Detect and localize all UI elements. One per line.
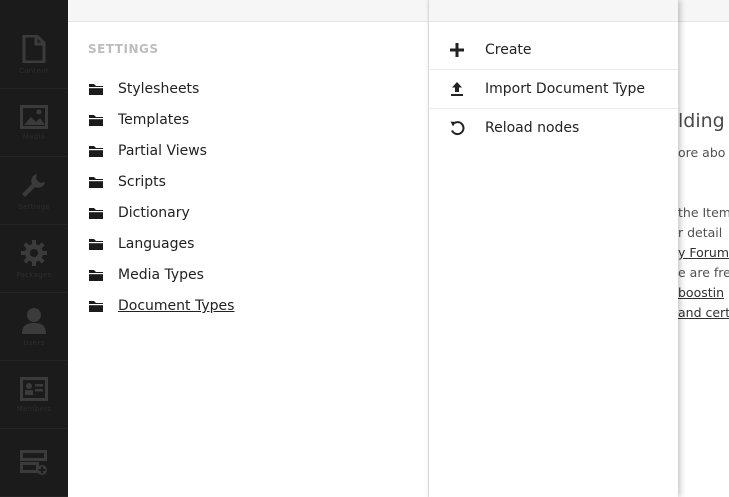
action-label: Import Document Type [485,80,646,97]
settings-tree-panel: SETTINGS Stylesheets Templates Partial V… [68,0,429,497]
tree-root-label[interactable]: SETTINGS [88,42,159,56]
user-icon [22,307,46,334]
tree-item-label: Templates [118,112,190,128]
tree-header [68,0,428,22]
tree-item-label: Partial Views [118,143,207,159]
action-label: Create [485,41,532,58]
section-label: Media [22,132,46,141]
dashboard-text: the Item [678,205,729,220]
tree-item-dictionary[interactable]: Dictionary [88,201,408,225]
content-header [678,0,729,22]
section-label: Users [23,338,45,347]
actions-header [429,0,678,22]
section-forms[interactable] [0,429,68,497]
import-document-type-action[interactable]: Import Document Type [429,69,678,109]
tree-item-partial-views[interactable]: Partial Views [88,139,408,163]
section-packages[interactable]: Packages [0,225,68,293]
tree-item-label: Media Types [118,267,204,283]
dashboard-link[interactable]: and cert [678,305,729,320]
tree-item-media-types[interactable]: Media Types [88,263,408,287]
tree-item-label: Stylesheets [118,81,200,97]
dashboard-text: r detail [678,225,723,240]
tree-item-scripts[interactable]: Scripts [88,170,408,194]
tree-item-label: Scripts [118,174,166,190]
plus-icon [450,42,464,57]
tree-item-document-types[interactable]: Document Types [88,294,408,318]
gear-icon [21,239,47,266]
dashboard-text: ore abo [678,145,726,160]
folder-icon [89,301,103,312]
image-icon [20,104,48,129]
wrench-icon [22,173,45,197]
tree-item-languages[interactable]: Languages [88,232,408,256]
forms-icon [20,449,47,475]
folder-icon [89,239,103,250]
dashboard-link[interactable]: y Forum [678,245,729,260]
section-members[interactable]: Members [0,361,68,429]
folder-icon [89,146,103,157]
section-label: Packages [16,270,52,279]
section-settings[interactable]: Settings [0,157,68,225]
reload-nodes-action[interactable]: Reload nodes [429,108,678,147]
sections-sidebar: Content Media Settings Packages Users Me… [0,0,68,497]
section-label: Settings [18,202,50,211]
folder-icon [89,177,103,188]
member-card-icon [20,376,48,401]
actions-menu: Create Import Document Type Reload nodes [429,0,678,497]
section-label: Content [19,66,49,75]
folder-icon [89,270,103,281]
section-label: Members [16,404,52,413]
document-icon [22,34,46,63]
dashboard-text: e are fre [678,265,729,280]
dashboard-link[interactable]: boostin [678,285,724,300]
dashboard-heading: lding b [678,110,729,132]
upload-icon [451,81,463,96]
tree-item-templates[interactable]: Templates [88,108,408,132]
create-action[interactable]: Create [429,30,678,70]
action-label: Reload nodes [485,119,580,136]
tree-item-stylesheets[interactable]: Stylesheets [88,77,408,101]
folder-icon [89,84,103,95]
section-media[interactable]: Media [0,89,68,157]
folder-icon [89,208,103,219]
tree-item-label: Dictionary [118,205,190,221]
tree-item-label: Document Types [118,298,235,314]
folder-icon [89,115,103,126]
section-content[interactable]: Content [0,21,68,89]
dashboard-content: lding b ore abo the Item r detail y Foru… [678,0,729,497]
reload-icon [450,120,465,135]
section-users[interactable]: Users [0,293,68,361]
tree-item-label: Languages [118,236,195,252]
